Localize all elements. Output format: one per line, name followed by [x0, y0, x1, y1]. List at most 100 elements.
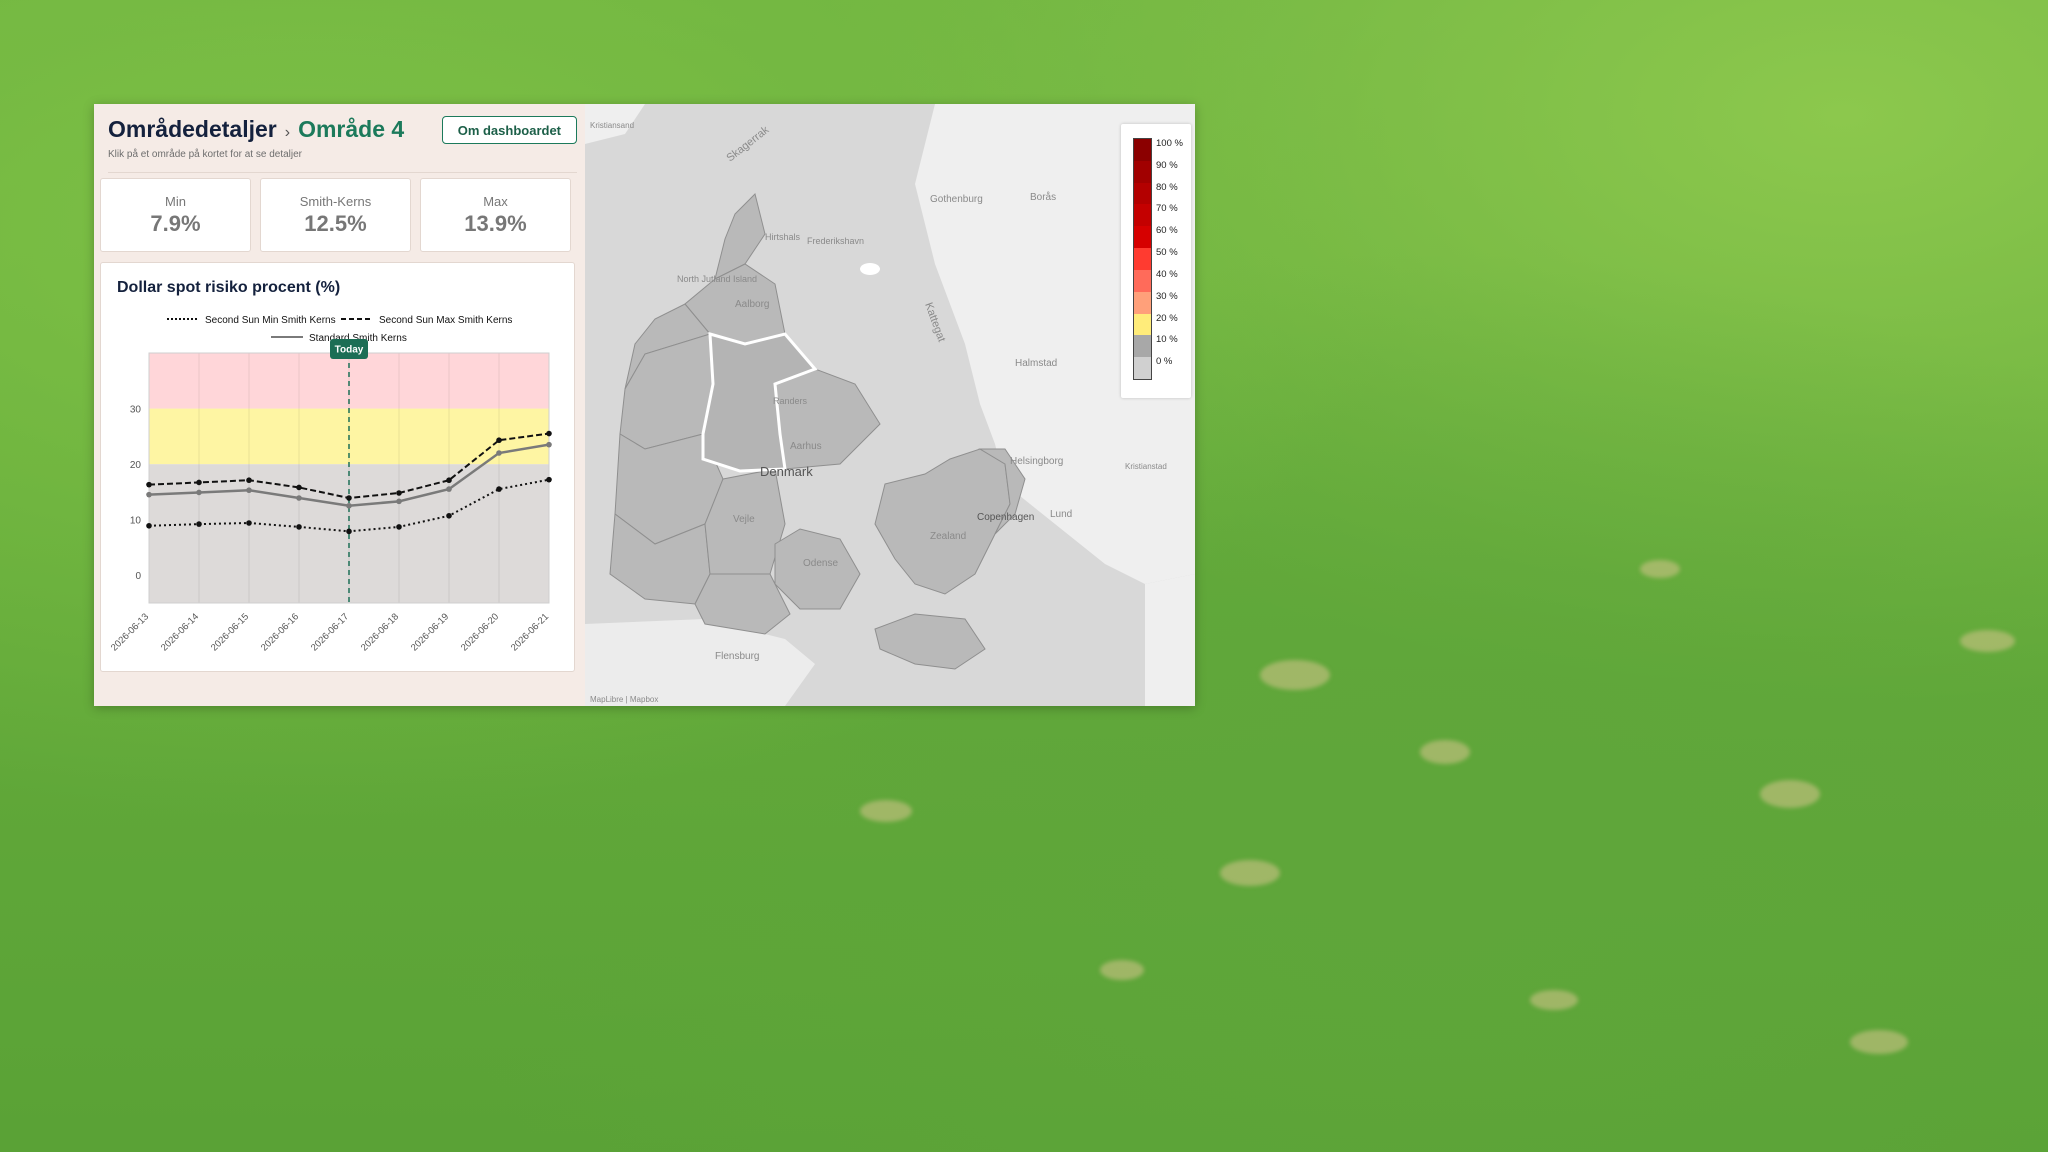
legend-label: 50 % — [1156, 247, 1178, 259]
legend-color-segment — [1134, 357, 1151, 379]
legend-color-segment — [1134, 139, 1151, 161]
series-point — [496, 437, 502, 444]
map-label-zealand: Zealand — [930, 531, 966, 542]
map-label-aalborg: Aalborg — [735, 299, 769, 310]
region-lolland[interactable] — [874, 613, 986, 670]
map-label-lund: Lund — [1050, 509, 1072, 520]
x-tick-label: 2026-06-15 — [209, 611, 251, 653]
legend-label: 70 % — [1156, 203, 1178, 215]
island-laeso — [860, 263, 880, 275]
breadcrumb-separator: › — [284, 124, 291, 141]
map-label-kristiansand: Kristiansand — [590, 121, 634, 130]
y-tick-label: 0 — [135, 571, 141, 582]
series-point — [146, 522, 152, 529]
stat-label: Max — [483, 194, 508, 209]
legend-label: 30 % — [1156, 290, 1178, 302]
sweden-south-land — [1145, 574, 1195, 706]
map-label-north-jutland: North Jutland Island — [677, 274, 757, 284]
stat-label: Min — [165, 194, 186, 209]
series-point — [296, 524, 302, 530]
x-tick-label: 2026-06-14 — [159, 611, 201, 653]
x-axis-ticks: 2026-06-13 2026-06-14 2026-06-15 2026-06-16… — [109, 611, 551, 653]
map-label-kristianstad: Kristianstad — [1125, 462, 1167, 471]
page-subtitle: Klik på et område på kortet for at se de… — [108, 149, 302, 160]
denmark-map[interactable]: Skagerrak Kattegat Denmark Gothenburg Bo… — [585, 104, 1195, 706]
series-point — [246, 487, 252, 494]
legend-color-segment — [1134, 269, 1151, 292]
series-point — [546, 441, 552, 448]
map-label-halmstad: Halmstad — [1015, 358, 1057, 369]
stat-value: 13.9% — [464, 211, 527, 236]
series-point — [446, 486, 452, 492]
dashboard-window: Områdedetaljer › Område 4 Klik på et omr… — [94, 104, 1195, 706]
legend-color-segment — [1134, 291, 1151, 314]
legend-color-segment — [1134, 248, 1151, 270]
series-point — [546, 430, 552, 437]
legend-label: 60 % — [1156, 225, 1178, 237]
series-point — [546, 476, 552, 483]
legend-color-segment — [1134, 335, 1151, 358]
map-label-gothenburg: Gothenburg — [930, 194, 983, 205]
x-tick-label: 2026-06-19 — [409, 611, 451, 653]
map-view[interactable]: Skagerrak Kattegat Denmark Gothenburg Bo… — [585, 104, 1195, 706]
legend-color-bar — [1133, 138, 1152, 380]
stat-value: 12.5% — [304, 211, 367, 236]
series-point — [196, 489, 202, 496]
series-point — [196, 479, 202, 486]
lawn-patch — [1960, 630, 2015, 652]
series-point — [396, 498, 402, 505]
legend-label-min: Second Sun Min Smith Kerns — [205, 315, 336, 326]
series-point — [346, 502, 352, 509]
risk-line-chart: Second Sun Min Smith Kerns Second Sun Ma… — [109, 315, 552, 653]
x-tick-label: 2026-06-20 — [459, 611, 501, 653]
stat-card-min: Min 7.9% — [100, 178, 251, 252]
stats-row: Min 7.9% Smith-Kerns 12.5% Max 13.9% — [100, 178, 571, 252]
lawn-patch — [1850, 1030, 1908, 1054]
legend-color-segment — [1134, 204, 1151, 227]
legend-color-segment — [1134, 226, 1151, 249]
lawn-patch — [1640, 560, 1680, 578]
map-label-boras: Borås — [1030, 191, 1056, 203]
map-label-vejle: Vejle — [733, 514, 755, 525]
legend-label: 40 % — [1156, 268, 1178, 280]
series-point — [496, 450, 502, 456]
x-tick-label: 2026-06-18 — [359, 611, 401, 653]
legend-label: 20 % — [1156, 312, 1178, 324]
legend-color-segment — [1134, 182, 1151, 205]
legend-color-segment — [1134, 313, 1151, 336]
series-point — [396, 490, 402, 496]
legend-label-max: Second Sun Max Smith Kerns — [379, 315, 512, 326]
series-point — [146, 491, 152, 498]
series-point — [296, 484, 302, 491]
y-axis-ticks: 0 10 20 30 — [130, 405, 142, 583]
lawn-patch — [1760, 780, 1820, 808]
map-color-legend: 100 % 90 % 80 % 70 % 60 % 50 % 40 % 30 % 20 % 10 … — [1121, 124, 1191, 398]
legend-label: 0 % — [1156, 356, 1173, 368]
legend-label: 10 % — [1156, 334, 1178, 346]
legend-label: 90 % — [1156, 159, 1178, 171]
page-title-text: Områdedetaljer — [108, 116, 277, 142]
map-label-aarhus: Aarhus — [790, 441, 822, 452]
island-small — [887, 529, 903, 539]
region-funen[interactable] — [774, 528, 861, 610]
x-tick-label: 2026-06-13 — [109, 611, 151, 653]
map-attribution: MapLibre | Mapbox — [590, 695, 658, 704]
lawn-patch — [860, 800, 912, 822]
legend-color-segment — [1134, 160, 1151, 183]
series-point — [196, 521, 202, 527]
legend-label: 100 % — [1156, 138, 1183, 149]
x-tick-label: 2026-06-21 — [509, 611, 551, 653]
germany-land — [585, 619, 815, 706]
x-tick-label: 2026-06-16 — [259, 611, 301, 653]
series-point — [246, 477, 252, 484]
series-point — [496, 486, 502, 492]
map-label-odense: Odense — [803, 558, 838, 569]
lawn-patch — [1420, 740, 1470, 764]
map-label-helsingborg: Helsingborg — [1010, 456, 1063, 467]
about-dashboard-button[interactable]: Om dashboardet — [441, 116, 577, 144]
series-point — [396, 524, 402, 530]
stat-card-max: Max 13.9% — [420, 178, 571, 252]
series-point — [146, 481, 152, 488]
lawn-patch — [1260, 660, 1330, 690]
series-point — [446, 512, 452, 519]
